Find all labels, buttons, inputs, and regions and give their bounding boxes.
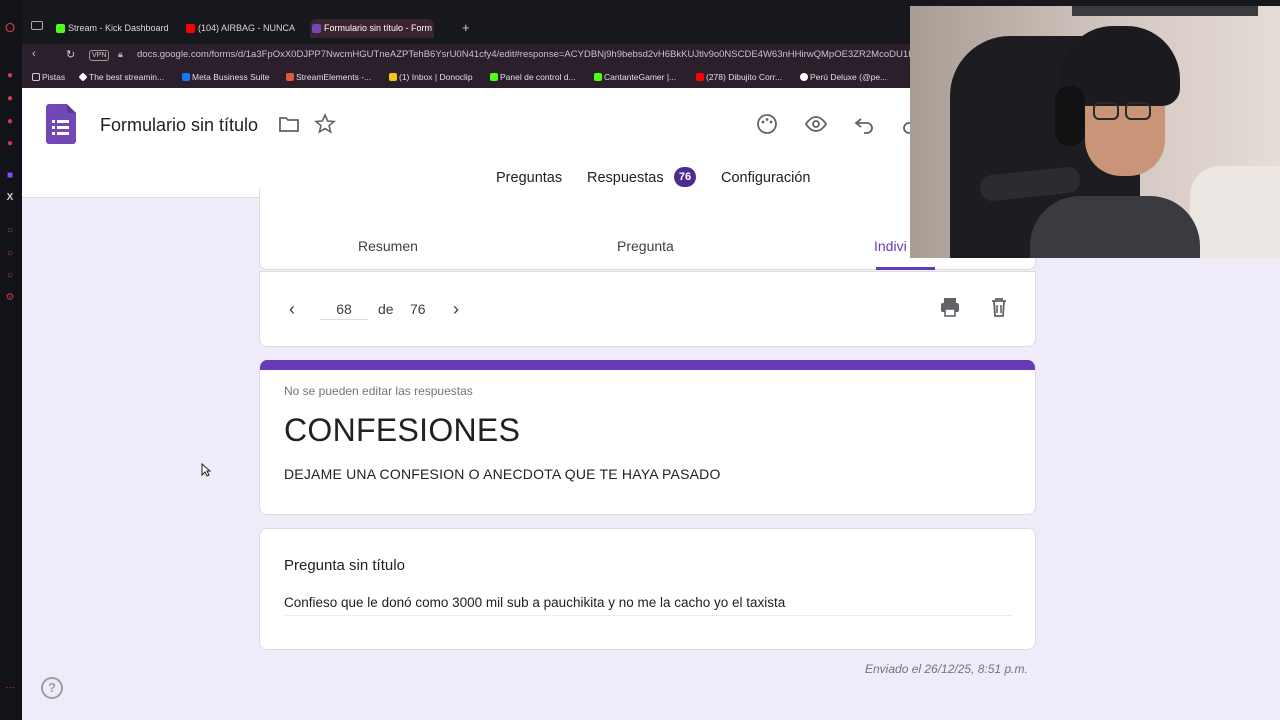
bookmark-item[interactable]: Meta Business Suite: [182, 72, 269, 82]
star-icon[interactable]: [313, 112, 337, 136]
sidebar-app-icon[interactable]: ●: [4, 93, 16, 105]
form-document-title[interactable]: Formulario sin título: [100, 115, 258, 136]
subtab-active-indicator: [876, 267, 935, 270]
twitch-icon[interactable]: ■: [4, 170, 16, 182]
browser-tab[interactable]: Stream - Kick Dashboard: [54, 19, 180, 38]
pager-total: 76: [410, 301, 426, 317]
youtube-icon: [186, 24, 195, 33]
sidebar-app-icon[interactable]: ○: [4, 270, 16, 282]
bookmark-item[interactable]: StreamElements -...: [286, 72, 371, 82]
tiktok-icon: [800, 73, 808, 81]
next-response-icon[interactable]: ›: [453, 299, 459, 320]
youtube-icon: [696, 73, 704, 81]
browser-tab[interactable]: (104) AIRBAG - NUNCA: [184, 19, 304, 38]
bookmark-item[interactable]: (1) Inbox | Donoclip: [389, 72, 473, 82]
webcam-overlay: [910, 6, 1280, 258]
glasses: [1093, 102, 1119, 120]
undo-icon[interactable]: [852, 112, 876, 136]
forms-icon: [312, 24, 321, 33]
bookmark-item[interactable]: Panel de control d...: [490, 72, 576, 82]
opera-logo-icon[interactable]: O: [4, 21, 16, 34]
current-response-input[interactable]: 68: [320, 301, 368, 320]
sidebar-app-icon[interactable]: ●: [4, 138, 16, 150]
reload-icon[interactable]: ↻: [66, 48, 75, 61]
sidebar-app-icon[interactable]: ○: [4, 225, 16, 237]
bookmark-item[interactable]: CantanteGamer |...: [594, 72, 676, 82]
bookmark-item[interactable]: The best streamin...: [78, 72, 164, 82]
sidebar-more-icon[interactable]: …: [4, 680, 16, 692]
kick-icon: [490, 73, 498, 81]
pager-of-label: de: [378, 301, 394, 317]
print-icon[interactable]: [938, 295, 962, 319]
history-icon[interactable]: ○: [4, 248, 16, 260]
palette-icon[interactable]: [755, 112, 779, 136]
lock-icon: 🔒︎: [118, 49, 123, 59]
bookmark-item[interactable]: Perú Deluxe (@pe...: [800, 72, 887, 82]
submitted-timestamp: Enviado el 26/12/25, 8:51 p.m.: [865, 662, 1028, 676]
donoclip-icon: [389, 73, 397, 81]
meta-icon: [182, 73, 190, 81]
browser-sidebar: O ● ● ● ● ■ X ○ ○ ○ ⚙ …: [0, 0, 22, 720]
form-header-card: No se pueden editar las respuestas CONFE…: [259, 360, 1036, 515]
delete-icon[interactable]: [987, 295, 1011, 319]
kick-icon: [594, 73, 602, 81]
question-title: Pregunta sin título: [284, 557, 405, 574]
help-icon[interactable]: ?: [41, 677, 63, 699]
form-description: DEJAME UNA CONFESION O ANECDOTA QUE TE H…: [284, 466, 721, 482]
kick-icon: [56, 24, 65, 33]
tab-manager-icon[interactable]: [31, 21, 43, 30]
preview-eye-icon[interactable]: [804, 112, 828, 136]
previous-response-icon[interactable]: ‹: [289, 299, 295, 320]
headphones: [1055, 86, 1085, 146]
browser-tab-active[interactable]: Formulario sin título - Form: [310, 19, 434, 38]
tab-questions[interactable]: Preguntas: [496, 170, 562, 186]
streamelements-icon: [286, 73, 294, 81]
sidebar-app-icon[interactable]: ●: [4, 70, 16, 82]
question-card: Pregunta sin título Confieso que le donó…: [259, 528, 1036, 650]
mouse-cursor-icon: [201, 463, 211, 477]
response-answer: Confieso que le donó como 3000 mil sub a…: [284, 595, 1013, 616]
ring-light: [1072, 6, 1258, 16]
url-field[interactable]: docs.google.com/forms/d/1a3FpOxX0DJPP7Nw…: [137, 49, 912, 60]
folder-icon: [32, 73, 40, 81]
tab-responses[interactable]: Respuestas: [587, 170, 664, 186]
response-pager-card: [259, 271, 1036, 347]
subtab-individual[interactable]: Indivi: [874, 238, 907, 254]
x-icon[interactable]: X: [4, 192, 16, 204]
form-title: CONFESIONES: [284, 412, 521, 448]
new-tab-button[interactable]: +: [462, 20, 470, 35]
folder-icon[interactable]: [277, 112, 301, 136]
subtab-summary[interactable]: Resumen: [358, 238, 418, 254]
tab-settings[interactable]: Configuración: [721, 170, 810, 186]
back-icon[interactable]: ‹: [32, 48, 36, 60]
vpn-badge[interactable]: VPN: [89, 50, 110, 61]
bookmark-item[interactable]: (278) Dibujito Corr...: [696, 72, 782, 82]
settings-icon[interactable]: ⚙: [4, 292, 16, 304]
read-only-note: No se pueden editar las respuestas: [284, 384, 473, 398]
sidebar-app-icon[interactable]: ●: [4, 116, 16, 128]
google-forms-logo[interactable]: [46, 104, 76, 144]
bookmark-icon: [78, 72, 88, 82]
responses-count-badge: 76: [674, 167, 696, 187]
subtab-question[interactable]: Pregunta: [617, 238, 674, 254]
bookmark-item[interactable]: Pistas: [32, 72, 65, 82]
